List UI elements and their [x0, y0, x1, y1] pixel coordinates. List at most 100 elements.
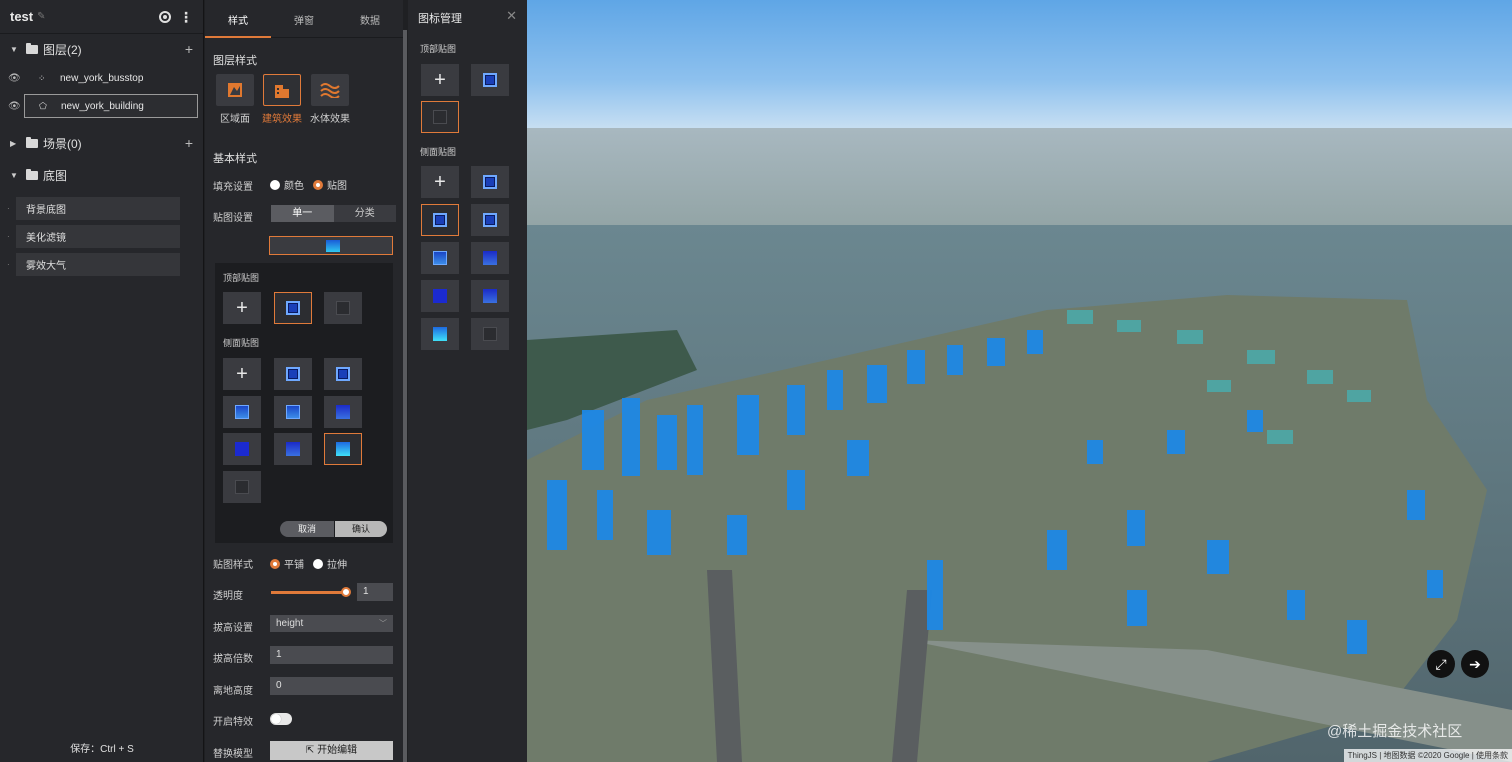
icon-tile[interactable] — [421, 242, 459, 274]
icon-tile[interactable] — [471, 318, 509, 350]
map-3d-viewport[interactable]: ⤢ ➔ @稀土掘金技术社区 ThingJS | 地图数据 ©2020 Googl… — [527, 0, 1512, 762]
opacity-input[interactable]: 1 — [357, 583, 393, 601]
add-side-texture-button[interactable]: + — [223, 358, 261, 390]
layer-item[interactable]: 👁 ⁘ new_york_busstop — [0, 64, 203, 92]
basemap-item[interactable]: · 背景底图 — [0, 194, 203, 222]
basic-style-title: 基本样式 — [213, 153, 257, 165]
icon-tile[interactable] — [471, 280, 509, 312]
icon-tile-selected[interactable] — [421, 101, 459, 133]
basemap-section-label: 底图 — [43, 168, 68, 183]
more-menu-icon[interactable]: ⋮ — [179, 10, 193, 24]
close-icon[interactable]: ✕ — [506, 8, 517, 24]
locate-icon[interactable] — [159, 10, 171, 23]
stretch-radio[interactable]: 拉伸 — [313, 556, 347, 571]
opacity-label: 透明度 — [213, 591, 243, 602]
texture-tile[interactable] — [324, 292, 362, 324]
folder-icon — [26, 168, 38, 180]
icon-tile[interactable] — [471, 64, 509, 96]
texture-tile[interactable] — [274, 433, 312, 465]
add-scene-icon[interactable]: + — [185, 135, 193, 151]
building-style-label: 建筑效果 — [262, 114, 302, 125]
texture-style-label: 贴图样式 — [213, 560, 253, 571]
extrude-field-select[interactable]: height ﹀ — [270, 615, 393, 632]
building-style-button[interactable] — [263, 74, 301, 106]
layer-item-selected[interactable]: 👁 ⬠ new_york_building — [0, 92, 203, 120]
texture-tile[interactable] — [324, 358, 362, 390]
panel-tabs: 样式 弹窗 数据 — [205, 0, 403, 38]
icon-tile[interactable] — [421, 280, 459, 312]
layers-section[interactable]: ▼ 图层(2) + — [0, 34, 203, 64]
arrow-right-icon[interactable]: ➔ — [1461, 650, 1489, 678]
texture-tile[interactable] — [223, 471, 261, 503]
opacity-slider-handle[interactable] — [341, 587, 351, 597]
chevron-down-icon: ﹀ — [379, 619, 387, 628]
icon-tile[interactable] — [471, 204, 509, 236]
icon-manager-panel: 图标管理 ✕ 顶部贴图 + 侧面贴图 + — [408, 0, 527, 762]
cursor-icon: ⇱ — [305, 745, 318, 756]
style-panel: 样式 弹窗 数据 图层样式 区域面 建筑效果 水体效果 基本样式 填充设置 颜色… — [205, 0, 403, 762]
plus-icon: + — [434, 68, 446, 91]
fullscreen-icon[interactable]: ⤢ — [1427, 650, 1455, 678]
add-top-texture-button[interactable]: + — [223, 292, 261, 324]
eye-icon[interactable]: 👁 — [8, 73, 21, 84]
tab-popup[interactable]: 弹窗 — [271, 0, 337, 38]
effect-label: 开启特效 — [213, 717, 253, 728]
basemap-section[interactable]: ▼ 底图 — [0, 160, 203, 190]
confirm-button[interactable]: 确认 — [335, 521, 387, 537]
app-root: test ✎ ⋮ ▼ 图层(2) + 👁 ⁘ new_york_busstop … — [0, 0, 1512, 762]
texture-tile[interactable] — [223, 433, 261, 465]
basemap-item[interactable]: · 雾效大气 — [0, 250, 203, 278]
polygon-layer-icon: ⬠ — [39, 100, 47, 111]
layer-style-title: 图层样式 — [213, 55, 257, 67]
icon-tile[interactable] — [471, 242, 509, 274]
texture-tile[interactable] — [274, 396, 312, 428]
texture-preview-dropdown[interactable] — [269, 236, 393, 255]
layers-section-label: 图层(2) — [43, 42, 82, 57]
tab-data[interactable]: 数据 — [337, 0, 403, 38]
layer-item-label: new_york_building — [61, 100, 144, 112]
caret-right-icon: ▶ — [10, 138, 17, 148]
layer-panel: test ✎ ⋮ ▼ 图层(2) + 👁 ⁘ new_york_busstop … — [0, 0, 204, 762]
category-texture-option[interactable]: 分类 — [334, 205, 397, 222]
icon-tile-selected[interactable] — [421, 204, 459, 236]
style-panel-scrollbar[interactable] — [403, 30, 407, 762]
icon-tile[interactable] — [471, 166, 509, 198]
effect-toggle[interactable] — [270, 713, 292, 725]
opacity-slider-track[interactable] — [271, 591, 346, 594]
sky — [527, 0, 1512, 135]
icon-tile[interactable] — [421, 318, 459, 350]
project-title: test — [10, 9, 34, 24]
extrude-multiplier-input[interactable]: 1 — [270, 646, 393, 664]
single-texture-option[interactable]: 单一 — [271, 205, 334, 222]
texture-tile[interactable] — [223, 396, 261, 428]
watermark: @稀土掘金技术社区 — [1327, 723, 1463, 740]
start-edit-button[interactable]: ⇱ 开始编辑 — [270, 741, 393, 760]
texture-tile[interactable] — [274, 292, 312, 324]
building-icon — [275, 85, 289, 98]
texture-tile-selected[interactable] — [324, 433, 362, 465]
extrude-label: 拔高设置 — [213, 623, 253, 634]
texture-tile[interactable] — [274, 358, 312, 390]
add-top-icon-button[interactable]: + — [421, 64, 459, 96]
folder-icon — [26, 136, 38, 148]
basemap-item[interactable]: · 美化滤镜 — [0, 222, 203, 250]
point-layer-icon: ⁘ — [38, 72, 46, 83]
add-side-icon-button[interactable]: + — [421, 166, 459, 198]
fill-color-radio[interactable]: 颜色 — [270, 177, 304, 192]
area-style-button[interactable] — [216, 74, 254, 106]
edit-title-icon[interactable]: ✎ — [37, 11, 45, 22]
caret-down-icon: ▼ — [10, 44, 18, 54]
icon-side-title: 侧面贴图 — [420, 147, 457, 157]
ground-height-input[interactable]: 0 — [270, 677, 393, 695]
eye-icon[interactable]: 👁 — [8, 101, 21, 112]
cancel-button[interactable]: 取消 — [280, 521, 334, 537]
texture-tile[interactable] — [324, 396, 362, 428]
add-layer-icon[interactable]: + — [185, 41, 193, 57]
plus-icon: + — [236, 362, 248, 385]
scenes-section[interactable]: ▶ 场景(0) + — [0, 128, 203, 158]
tab-style[interactable]: 样式 — [205, 0, 271, 38]
water-style-button[interactable] — [311, 74, 349, 106]
fill-texture-radio[interactable]: 贴图 — [313, 177, 347, 192]
caret-down-icon: ▼ — [10, 170, 18, 180]
tile-radio[interactable]: 平铺 — [270, 556, 304, 571]
